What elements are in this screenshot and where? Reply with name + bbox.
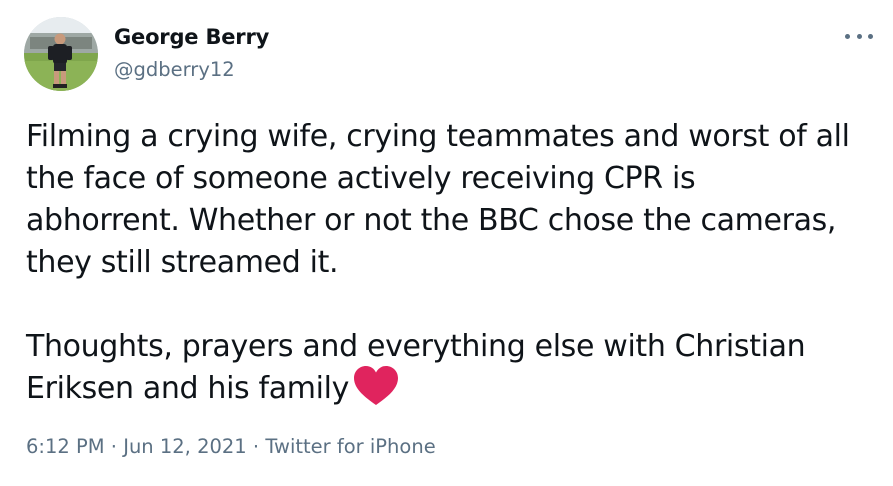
tweet-line: abhorrent. Whether or not the BBC chose … [26, 203, 837, 238]
tweet-time: 6:12 PM [26, 435, 105, 458]
avatar[interactable] [24, 17, 98, 91]
tweet-line: the face of someone actively receiving C… [26, 161, 696, 196]
tweet-time-link[interactable]: 6:12 PM · Jun 12, 2021 [26, 435, 247, 458]
tweet-line-with-emoji: Eriksen and his family [26, 365, 886, 410]
more-dot [868, 33, 873, 39]
red-heart-icon [353, 365, 399, 407]
tweet-source-link[interactable]: Twitter for iPhone [265, 435, 435, 458]
meta-separator: · [104, 435, 124, 458]
tweet-line: Thoughts, prayers and everything else wi… [26, 329, 806, 364]
tweet-text: Filming a crying wife, crying teammates … [26, 116, 886, 410]
author-handle[interactable]: @gdberry12 [114, 58, 235, 81]
author-name[interactable]: George Berry [114, 25, 269, 49]
avatar-photo [24, 17, 98, 91]
more-dot [856, 33, 862, 39]
tweet-line-text: Eriksen and his family [26, 371, 350, 406]
tweet-meta: 6:12 PM · Jun 12, 2021 · Twitter for iPh… [26, 435, 436, 458]
tweet-card: George Berry @gdberry12 Filming a crying… [0, 0, 893, 486]
more-options-icon[interactable] [845, 28, 873, 44]
meta-separator: · [246, 435, 266, 458]
tweet-line: they still streamed it. [26, 245, 339, 280]
tweet-line: Filming a crying wife, crying teammates … [26, 119, 850, 154]
tweet-date: Jun 12, 2021 [123, 435, 247, 458]
more-dot [845, 33, 850, 39]
